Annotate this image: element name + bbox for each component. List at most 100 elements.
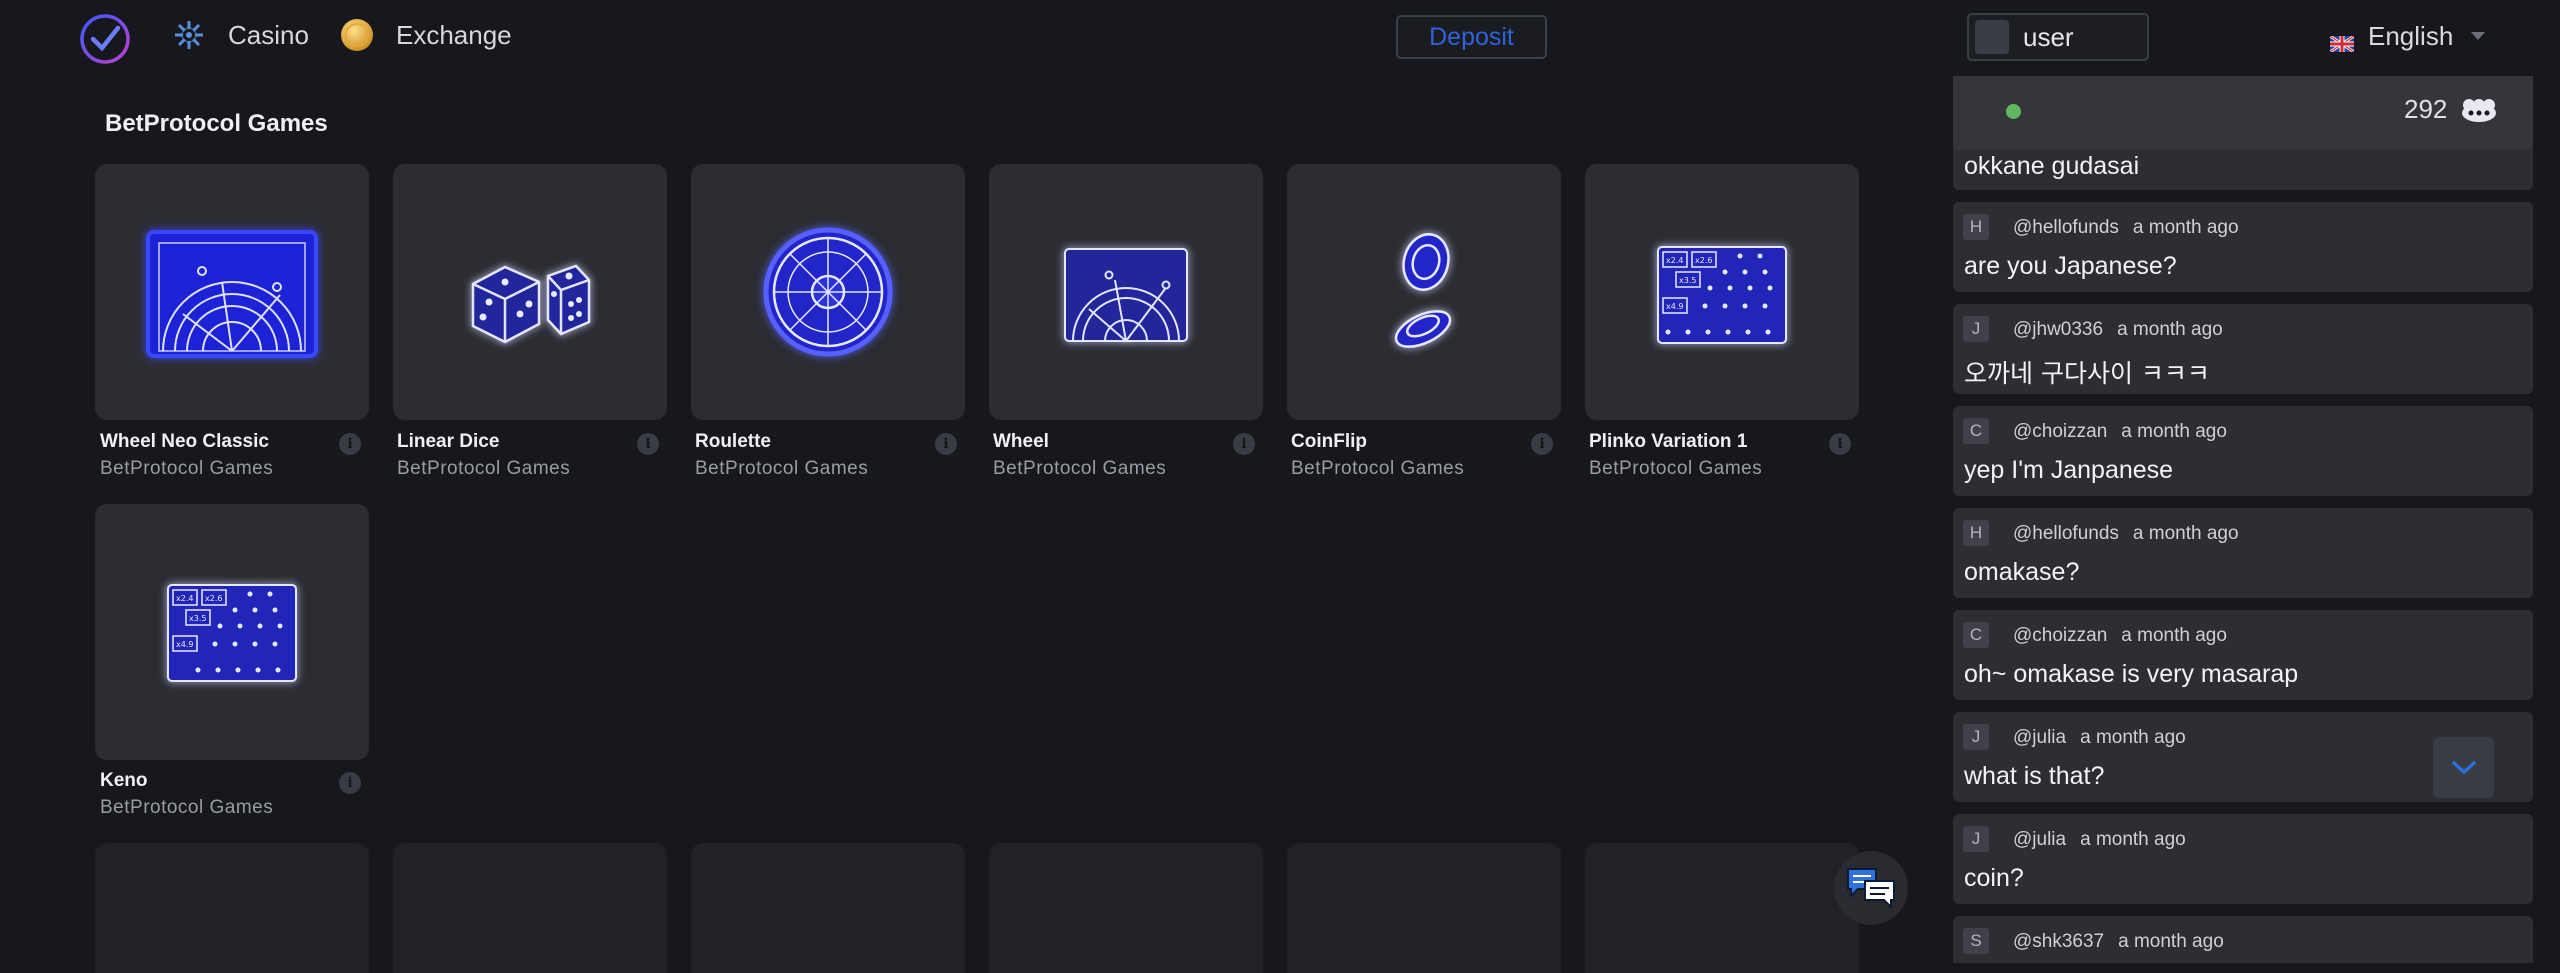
logo-check-icon[interactable] — [78, 12, 132, 66]
chat-message: J @julia a month ago coin? — [1953, 814, 2533, 904]
game-card-linear-dice[interactable] — [393, 164, 667, 420]
chat-message-text: oh~ omakase is very masarap — [1964, 660, 2299, 688]
game-provider: BetProtocol Games — [1291, 458, 1465, 479]
wheel-icon — [1064, 248, 1188, 342]
user-initial: S — [1963, 928, 1989, 954]
game-card-placeholder — [1585, 843, 1859, 973]
game-provider: BetProtocol Games — [993, 458, 1167, 479]
game-name: Keno — [100, 770, 148, 791]
info-icon[interactable]: i — [339, 772, 361, 794]
online-count: 292 — [2404, 94, 2448, 124]
user-initial: H — [1963, 214, 1989, 240]
dice-icon — [471, 264, 591, 344]
chat-meta: @julia a month ago — [2013, 829, 2186, 851]
wheel-neo-icon — [146, 230, 318, 358]
chat-meta: @shk3637 a month ago — [2013, 931, 2224, 953]
chat-message: okkane gudasai — [1953, 148, 2533, 190]
game-name: Plinko Variation 1 — [1589, 431, 1748, 452]
game-provider: BetProtocol Games — [1589, 458, 1763, 479]
chat-username[interactable]: @jhw0336 — [2013, 319, 2103, 340]
nav-exchange-label: Exchange — [396, 19, 512, 50]
game-card-wheel-neo-classic[interactable] — [95, 164, 369, 420]
game-card-roulette[interactable] — [691, 164, 965, 420]
game-provider: BetProtocol Games — [100, 797, 274, 818]
chat-message-text: are you Japanese? — [1964, 252, 2177, 280]
chat-username[interactable]: @hellofunds — [2013, 217, 2119, 238]
game-card-coinflip[interactable] — [1287, 164, 1561, 420]
game-provider: BetProtocol Games — [100, 458, 274, 479]
keno-icon: x2.4 x2.6 x3.5 x4.9 — [167, 584, 297, 682]
user-name: user — [2023, 21, 2074, 52]
user-initial: C — [1963, 418, 1989, 444]
chat-timestamp: a month ago — [2121, 421, 2227, 442]
chat-message: C @choizzan a month ago yep I'm Janpanese — [1953, 406, 2533, 496]
nav-exchange[interactable]: Exchange — [340, 10, 512, 60]
game-card-placeholder — [989, 843, 1263, 973]
chat-username[interactable]: @choizzan — [2013, 625, 2107, 646]
chat-meta: @hellofunds a month ago — [2013, 217, 2239, 239]
user-initial: H — [1963, 520, 1989, 546]
exchange-coin-icon — [340, 18, 374, 52]
online-status-dot — [2006, 104, 2021, 119]
game-name: Linear Dice — [397, 431, 500, 452]
nav-casino-label: Casino — [228, 19, 309, 50]
nav-casino[interactable]: Casino — [172, 10, 309, 60]
chat-meta: @jhw0336 a month ago — [2013, 319, 2223, 341]
game-name: Wheel — [993, 431, 1049, 452]
game-card-placeholder — [393, 843, 667, 973]
chat-message-text: coin? — [1964, 864, 2024, 892]
chat-message-text: okkane gudasai — [1964, 152, 2140, 180]
info-icon[interactable]: i — [637, 433, 659, 455]
chat-username[interactable]: @shk3637 — [2013, 931, 2104, 952]
deposit-button[interactable]: Deposit — [1396, 15, 1547, 59]
chat-timestamp: a month ago — [2132, 523, 2239, 544]
game-name: Wheel Neo Classic — [100, 431, 269, 452]
user-initial: J — [1963, 724, 1989, 750]
game-card-placeholder — [691, 843, 965, 973]
game-provider: BetProtocol Games — [397, 458, 571, 479]
info-icon[interactable]: i — [935, 433, 957, 455]
chat-toggle-button[interactable] — [1834, 851, 1908, 925]
chat-meta: @julia a month ago — [2013, 727, 2186, 749]
chat-username[interactable]: @hellofunds — [2013, 523, 2119, 544]
users-online-icon — [2460, 98, 2498, 124]
info-icon[interactable]: i — [1829, 433, 1851, 455]
chat-username[interactable]: @julia — [2013, 727, 2066, 748]
chat-timestamp: a month ago — [2080, 727, 2186, 748]
multiplier-text: x2.6 — [1695, 256, 1712, 265]
language-select[interactable]: English — [2329, 18, 2486, 54]
uk-flag-icon — [2329, 28, 2355, 54]
game-card-plinko[interactable]: x2.4 x2.6 x3.5 x4.9 — [1585, 164, 1859, 420]
info-icon[interactable]: i — [1233, 433, 1255, 455]
game-card-placeholder — [1287, 843, 1561, 973]
user-menu[interactable]: user — [1967, 13, 2149, 61]
user-initial: J — [1963, 826, 1989, 852]
chat-message: H @hellofunds a month ago are you Japanes… — [1953, 202, 2533, 292]
avatar — [1975, 20, 2009, 54]
game-card-keno[interactable]: x2.4 x2.6 x3.5 x4.9 — [95, 504, 369, 760]
chevron-down-icon — [2471, 32, 2486, 40]
chat-message: J @jhw0336 a month ago 오까네 구다사이 ㅋㅋㅋ — [1953, 304, 2533, 394]
game-card-wheel[interactable] — [989, 164, 1263, 420]
chat-message-text: what is that? — [1964, 762, 2105, 790]
info-icon[interactable]: i — [1531, 433, 1553, 455]
game-name: CoinFlip — [1291, 431, 1367, 452]
chat-bubbles-icon — [1847, 868, 1895, 910]
chat-timestamp: a month ago — [2080, 829, 2186, 850]
chat-message: C @choizzan a month ago oh~ omakase is ve… — [1953, 610, 2533, 700]
scroll-down-button[interactable] — [2433, 737, 2494, 798]
chevron-down-icon — [2451, 760, 2476, 774]
chat-username[interactable]: @julia — [2013, 829, 2066, 850]
chat-message-text: omakase? — [1964, 558, 2080, 586]
chat-message-text: yep I'm Janpanese — [1964, 456, 2174, 484]
multiplier-text: x3.5 — [189, 614, 206, 623]
multiplier-text: x2.6 — [205, 594, 222, 603]
game-name: Roulette — [695, 431, 771, 452]
chat-meta: @hellofunds a month ago — [2013, 523, 2239, 545]
chat-timestamp: a month ago — [2117, 319, 2223, 340]
chat-username[interactable]: @choizzan — [2013, 421, 2107, 442]
roulette-icon — [763, 227, 893, 357]
info-icon[interactable]: i — [339, 433, 361, 455]
language-label: English — [2368, 20, 2454, 51]
multiplier-text: x3.5 — [1679, 276, 1696, 285]
